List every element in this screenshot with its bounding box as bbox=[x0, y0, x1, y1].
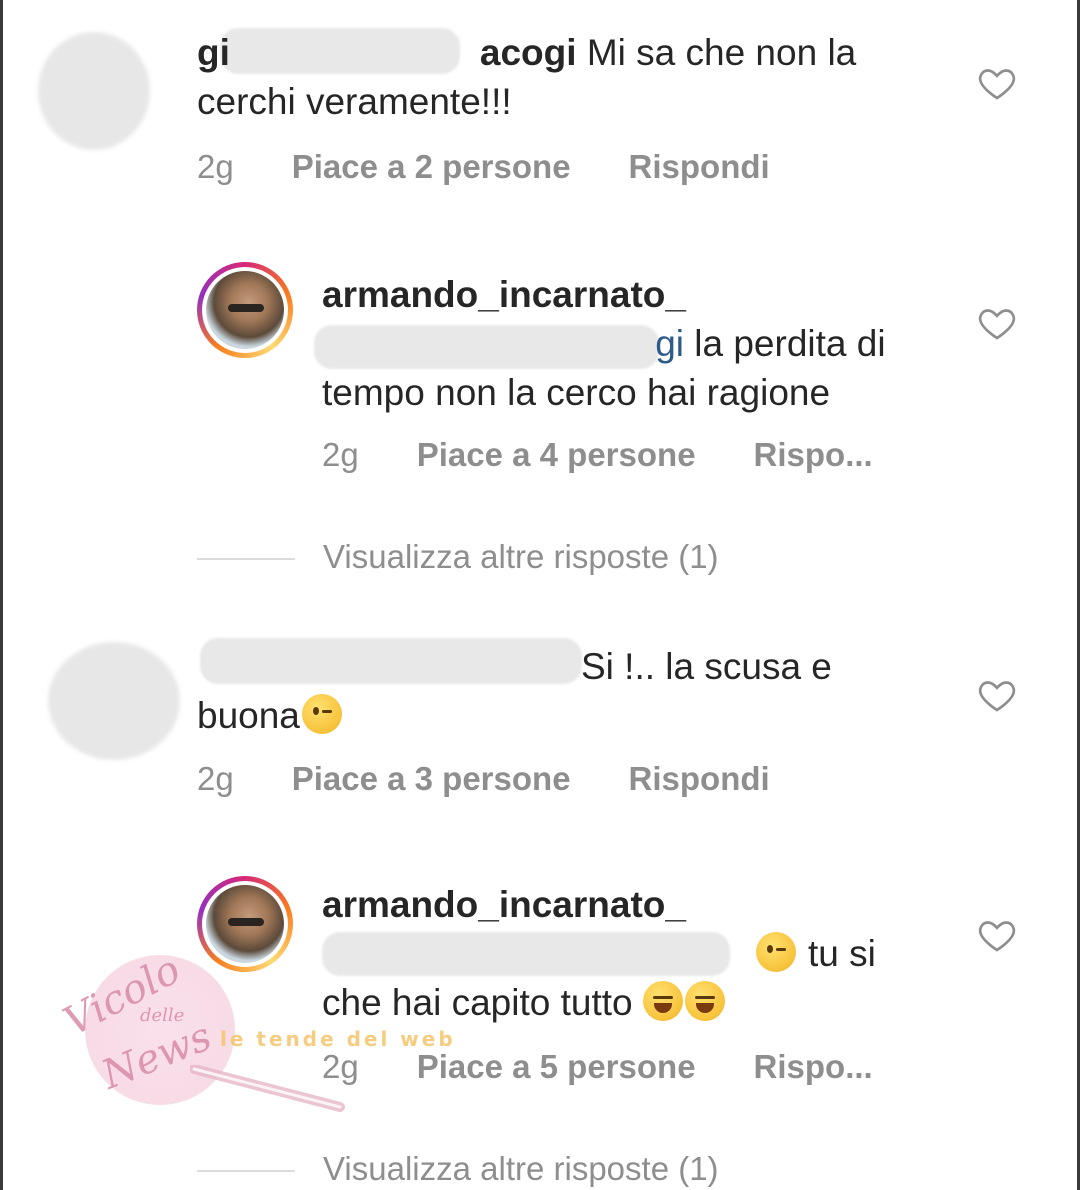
timestamp: 2g bbox=[197, 148, 234, 185]
comment-2: armando_incarnato_ gi la perdita di temp… bbox=[0, 250, 1080, 500]
likes-count[interactable]: Piace a 5 persone bbox=[417, 1048, 696, 1086]
heart-icon[interactable] bbox=[977, 675, 1017, 715]
winking-face-emoji bbox=[301, 694, 342, 734]
likes-count[interactable]: Piace a 4 persone bbox=[417, 436, 696, 474]
timestamp: 2g bbox=[322, 1048, 359, 1085]
timestamp: 2g bbox=[197, 760, 234, 797]
redaction bbox=[314, 325, 659, 369]
reply-button[interactable]: Rispondi bbox=[629, 760, 770, 798]
avatar[interactable] bbox=[38, 32, 150, 150]
comment-meta: 2g Piace a 2 persone Rispondi bbox=[197, 148, 770, 186]
reply-button[interactable]: Rispondi bbox=[629, 148, 770, 186]
comment-meta: 2g Piace a 3 persone Rispondi bbox=[197, 760, 770, 798]
heart-icon[interactable] bbox=[977, 63, 1017, 103]
tears-of-joy-emoji bbox=[642, 981, 683, 1021]
username[interactable]: armando_incarnato_ bbox=[322, 270, 922, 319]
heart-icon[interactable] bbox=[977, 915, 1017, 955]
comment-body-line2: che hai capito tutto bbox=[322, 982, 633, 1023]
comment-text: armando_incarnato_ gi la perdita di temp… bbox=[314, 270, 922, 417]
winking-face-emoji bbox=[756, 932, 796, 972]
avatar[interactable] bbox=[197, 262, 293, 358]
reply-button[interactable]: Rispo... bbox=[754, 1048, 873, 1086]
mention-link[interactable]: gi bbox=[314, 319, 684, 369]
comment-text: gi acogi Mi sa che non la cerchi verament… bbox=[197, 28, 937, 126]
comment-text: Si !.. la scusa e buona bbox=[197, 642, 957, 740]
comment-3: Si !.. la scusa e buona 2g Piace a 3 pers… bbox=[0, 620, 1080, 840]
comment-meta: 2g Piace a 4 persone Rispo... bbox=[322, 436, 873, 474]
username[interactable]: gi bbox=[197, 32, 230, 73]
comment-4: armando_incarnato_ tu si che hai capito … bbox=[0, 862, 1080, 1112]
view-more-replies[interactable]: Visualizza altre risposte (1) bbox=[197, 538, 719, 576]
divider-line bbox=[197, 558, 295, 561]
likes-count[interactable]: Piace a 3 persone bbox=[292, 760, 571, 798]
heart-icon[interactable] bbox=[977, 303, 1017, 343]
timestamp: 2g bbox=[322, 436, 359, 473]
comment-meta: 2g Piace a 5 persone Rispo... bbox=[322, 1048, 873, 1086]
view-more-replies[interactable]: Visualizza altre risposte (1) bbox=[197, 1150, 719, 1188]
username-tail[interactable]: acogi bbox=[480, 32, 577, 73]
avatar[interactable] bbox=[197, 876, 293, 972]
comment-body-line2: buona bbox=[197, 695, 300, 736]
tears-of-joy-emoji bbox=[684, 981, 725, 1021]
avatar[interactable] bbox=[48, 642, 180, 760]
likes-count[interactable]: Piace a 2 persone bbox=[292, 148, 571, 186]
comment-body-line1: Si !.. la scusa e bbox=[581, 646, 832, 687]
reply-button[interactable]: Rispo... bbox=[754, 436, 873, 474]
username[interactable]: armando_incarnato_ bbox=[322, 880, 922, 929]
comment-text: armando_incarnato_ tu si che hai capito … bbox=[322, 880, 922, 1027]
comment-1: gi acogi Mi sa che non la cerchi verament… bbox=[0, 0, 1080, 220]
comment-body-line1: tu si bbox=[808, 933, 876, 974]
redaction bbox=[322, 932, 730, 976]
divider-line bbox=[197, 1170, 295, 1173]
